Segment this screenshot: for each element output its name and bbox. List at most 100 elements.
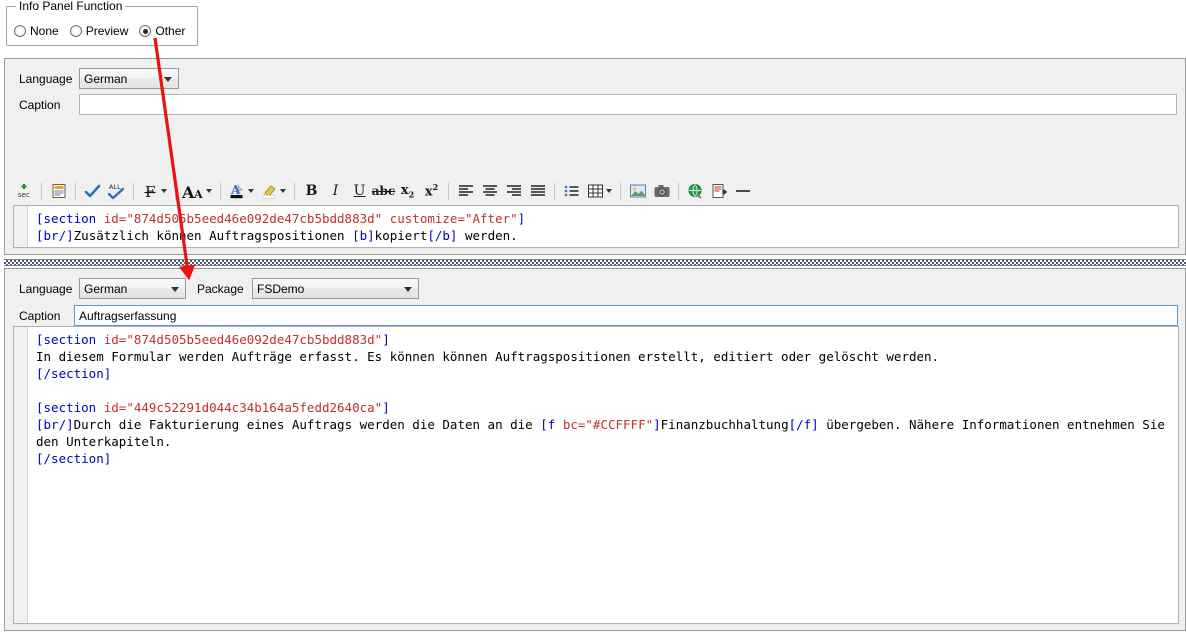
upper-language-combobox[interactable]: German <box>79 68 179 89</box>
code-segment-tag: ] <box>517 211 526 226</box>
radio-option-none[interactable]: None <box>14 24 59 38</box>
code-segment-attr: bc= <box>562 417 586 432</box>
code-segment-val: "After" <box>464 211 518 226</box>
lower-language-label: Language <box>19 281 73 296</box>
toolbar-separator <box>75 182 76 200</box>
code-line: [section id="874d505b5eed46e092de47cb5bd… <box>36 210 1174 227</box>
code-segment-tag: [br/] <box>36 417 74 432</box>
code-line: In diesem Formular werden Aufträge erfas… <box>36 348 1174 365</box>
code-segment-plain: kopiert <box>374 228 428 243</box>
highlight-color-icon[interactable] <box>258 180 281 202</box>
align-justify-icon[interactable] <box>526 180 549 202</box>
code-segment-attr: id= <box>103 211 127 226</box>
radio-option-other[interactable]: Other <box>139 24 185 38</box>
code-segment-tag: [/section] <box>36 366 112 381</box>
lower-editor-gutter <box>14 327 28 623</box>
lower-caption-label: Caption <box>19 308 61 323</box>
upper-language-row: Language German <box>19 68 179 89</box>
upper-editor-content[interactable]: [section id="874d505b5eed46e092de47cb5bd… <box>36 210 1174 247</box>
svg-text:sec: sec <box>18 191 30 199</box>
upper-caption-row: Caption <box>19 94 1179 115</box>
toolbar-separator <box>175 182 176 200</box>
insert-document-link-icon[interactable] <box>708 180 731 202</box>
align-right-icon[interactable] <box>502 180 525 202</box>
toolbar-separator <box>678 182 679 200</box>
code-line: [/section] <box>36 365 1174 382</box>
code-segment-tag: [section <box>36 211 104 226</box>
panel-splitter[interactable] <box>4 259 1186 266</box>
radio-label-none: None <box>30 24 59 38</box>
radio-dot-none[interactable] <box>14 25 26 37</box>
italic-icon[interactable]: I <box>324 180 347 202</box>
underline-icon[interactable]: U <box>348 180 371 202</box>
superscript-icon[interactable]: x2 <box>420 180 443 202</box>
upper-code-editor[interactable]: [section id="874d505b5eed46e092de47cb5bd… <box>13 205 1179 248</box>
lower-package-combobox[interactable]: FSDemo <box>252 278 419 299</box>
code-segment-tag: [/b] <box>427 228 458 243</box>
spellcheck-icon[interactable] <box>81 180 104 202</box>
lower-package-label: Package <box>197 281 244 296</box>
spellcheck-all-icon[interactable]: ALL <box>105 180 128 202</box>
toolbar-separator <box>133 182 134 200</box>
radio-label-preview: Preview <box>85 24 129 38</box>
radio-label-other: Other <box>155 24 186 38</box>
code-segment-tag: [f <box>540 417 563 432</box>
horizontal-rule-icon[interactable] <box>732 180 754 202</box>
strikethrough-icon[interactable]: abc <box>372 180 395 202</box>
chevron-down-icon[interactable] <box>164 76 172 82</box>
hyperlink-icon[interactable] <box>684 180 707 202</box>
subscript-icon[interactable]: x2 <box>396 180 419 202</box>
lower-caption-row: Caption Auftragserfassung <box>19 305 1178 326</box>
lower-editor-panel: Language German Package FSDemo Caption A… <box>4 268 1186 631</box>
align-center-icon[interactable] <box>478 180 501 202</box>
chevron-down-icon[interactable] <box>404 286 412 292</box>
code-line: [/section] <box>36 450 1174 467</box>
screenshot-icon[interactable] <box>650 180 673 202</box>
code-segment-plain: werden. <box>457 228 518 243</box>
svg-text:A: A <box>193 188 203 200</box>
code-segment-tag: [/f] <box>788 417 819 432</box>
upper-language-label: Language <box>19 71 73 86</box>
formatting-toolbar: sec ALL F AA A B I U abc x2 x2 <box>13 179 1179 203</box>
toolbar-separator <box>620 182 621 200</box>
code-segment-tag: [/section] <box>36 245 111 247</box>
insert-section-icon[interactable]: sec <box>13 180 36 202</box>
svg-text:F: F <box>145 183 155 200</box>
toolbar-separator <box>448 182 449 200</box>
align-left-icon[interactable] <box>454 180 477 202</box>
code-segment-plain <box>382 211 390 226</box>
lower-code-editor[interactable]: [section id="874d505b5eed46e092de47cb5bd… <box>13 326 1179 624</box>
page-properties-icon[interactable] <box>47 180 70 202</box>
upper-caption-input[interactable] <box>79 94 1177 115</box>
radio-dot-preview[interactable] <box>69 25 82 37</box>
lower-caption-input[interactable]: Auftragserfassung <box>74 305 1178 326</box>
code-segment-plain: Finanzbuchhaltung <box>660 417 789 432</box>
toolbar-separator <box>554 182 555 200</box>
font-size-icon[interactable]: AA <box>181 180 207 202</box>
lower-language-combobox[interactable]: German <box>79 278 186 299</box>
upper-language-value: German <box>84 71 128 86</box>
upper-editor-gutter <box>14 206 28 247</box>
code-line: [section id="874d505b5eed46e092de47cb5bd… <box>36 331 1174 348</box>
code-segment-plain: Zusätzlich können Auftragspositionen <box>73 228 353 243</box>
font-color-icon[interactable]: A <box>226 180 249 202</box>
code-segment-attr: customize= <box>389 211 465 226</box>
code-segment-tag: [/section] <box>36 451 112 466</box>
code-segment-attr: id= <box>103 332 127 347</box>
radio-option-preview[interactable]: Preview <box>69 24 129 38</box>
font-icon[interactable]: F <box>139 180 162 202</box>
toolbar-separator <box>294 182 295 200</box>
code-line: [br/]Zusätzlich können Auftragspositione… <box>36 227 1174 244</box>
lower-editor-content[interactable]: [section id="874d505b5eed46e092de47cb5bd… <box>36 331 1174 467</box>
bold-icon[interactable]: B <box>300 180 323 202</box>
table-icon[interactable] <box>584 180 607 202</box>
lower-package-row: Package FSDemo <box>197 278 419 299</box>
bullet-list-icon[interactable] <box>560 180 583 202</box>
code-segment-plain: Durch die Fakturierung eines Auftrags we… <box>73 417 541 432</box>
code-segment-tag: [br/] <box>36 228 74 243</box>
radio-dot-other[interactable] <box>139 25 152 37</box>
insert-image-icon[interactable] <box>626 180 649 202</box>
lower-package-value: FSDemo <box>257 281 305 296</box>
code-segment-tag: ] <box>382 400 390 415</box>
chevron-down-icon[interactable] <box>171 286 179 292</box>
